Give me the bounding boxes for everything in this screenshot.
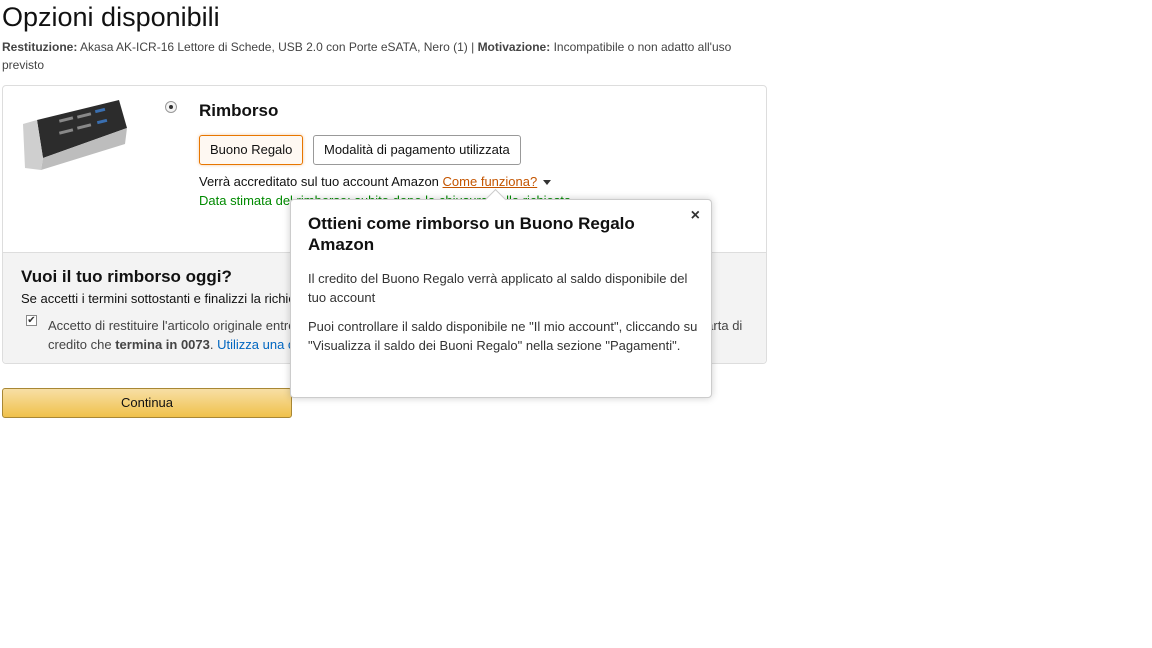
credited-text: Verrà accreditato sul tuo account Amazon…: [199, 174, 552, 189]
accept-checkbox[interactable]: ✔: [26, 315, 37, 326]
refund-today-title: Vuoi il tuo rimborso oggi?: [21, 267, 232, 286]
continue-button[interactable]: Continua: [2, 388, 292, 418]
close-icon[interactable]: ×: [691, 207, 700, 225]
refund-radio[interactable]: [165, 101, 177, 113]
product-image: [23, 100, 127, 170]
return-summary: Restituzione: Akasa AK-ICR-16 Lettore di…: [2, 38, 762, 74]
return-item: Akasa AK-ICR-16 Lettore di Schede, USB 2…: [80, 40, 475, 54]
popover-paragraph-2: Puoi controllare il saldo disponibile ne…: [308, 319, 698, 353]
refund-today-subtitle: Se accetti i termini sottostanti e final…: [21, 291, 313, 306]
popover-title: Ottieni come rimborso un Buono Regalo Am…: [308, 214, 635, 254]
credited-label: Verrà accreditato sul tuo account Amazon: [199, 174, 439, 189]
popover-paragraph-1: Il credito del Buono Regalo verrà applic…: [308, 271, 688, 305]
card-ending: termina in 0073: [115, 337, 210, 352]
gift-card-info-popover: × Ottieni come rimborso un Buono Regalo …: [290, 188, 712, 398]
page-title: Opzioni disponibili: [2, 2, 220, 32]
refund-option-title: Rimborso: [199, 101, 279, 120]
how-it-works-link[interactable]: Come funziona?: [443, 174, 538, 189]
original-payment-button[interactable]: Modalità di pagamento utilizzata: [313, 135, 521, 165]
return-label: Restituzione:: [2, 40, 78, 54]
caret-down-icon[interactable]: [543, 180, 552, 186]
gift-card-button[interactable]: Buono Regalo: [199, 135, 304, 165]
reason-label: Motivazione:: [477, 40, 551, 54]
